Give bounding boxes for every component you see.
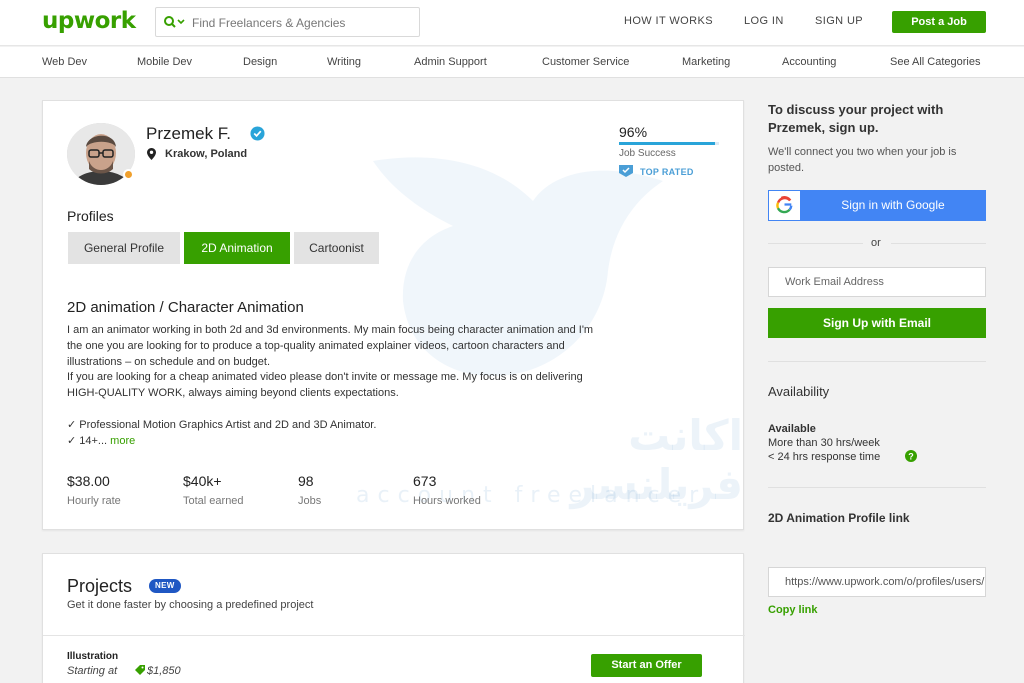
upwork-logo[interactable]: upwork: [42, 8, 136, 34]
category-see-all[interactable]: See All Categories: [890, 56, 981, 68]
job-success-bar: [619, 142, 719, 145]
description-gap: [67, 402, 707, 418]
project-item-title[interactable]: Illustration: [67, 651, 118, 662]
category-web-dev[interactable]: Web Dev: [42, 56, 87, 68]
tab-general-profile[interactable]: General Profile: [68, 232, 180, 264]
profile-description: I am an animator working in both 2d and …: [67, 323, 707, 449]
project-price: $1,850: [147, 665, 181, 677]
or-divider-right: [891, 243, 986, 244]
availability-status: Available: [768, 423, 816, 435]
description-line: ✓ Professional Motion Graphics Artist an…: [67, 418, 377, 431]
projects-card: Projects NEW Get it done faster by choos…: [42, 553, 745, 683]
freelancer-name: Przemek F.: [146, 124, 232, 143]
log-in-link[interactable]: LOG IN: [744, 15, 784, 27]
hourly-rate-value: $38.00: [67, 473, 110, 489]
hourly-rate-label: Hourly rate: [67, 495, 121, 507]
project-starting-at: Starting at: [67, 665, 118, 677]
watermark-latin: account freelancer: [356, 483, 707, 508]
location-pin-icon: [147, 148, 156, 160]
availability-heading: Availability: [768, 384, 830, 399]
signup-heading: To discuss your project with Przemek, si…: [768, 102, 944, 135]
description-line: HIGH-QUALITY WORK, always aiming beyond …: [67, 387, 399, 400]
description-line: ✓ 14+...: [67, 434, 108, 447]
description-line: I am an animator working in both 2d and …: [67, 324, 594, 336]
profile-link-heading: 2D Animation Profile link: [768, 511, 910, 525]
work-email-input[interactable]: [768, 267, 986, 297]
top-rated-label: TOP RATED: [640, 167, 694, 177]
category-customer-service[interactable]: Customer Service: [542, 56, 629, 68]
signup-subtext: We'll connect you two when your job is p…: [768, 146, 957, 174]
help-icon[interactable]: ?: [905, 450, 917, 462]
category-marketing[interactable]: Marketing: [682, 56, 730, 68]
profile-link-input[interactable]: [768, 567, 986, 597]
post-a-job-button[interactable]: Post a Job: [892, 11, 986, 33]
total-earned-value: $40k+: [183, 473, 222, 489]
start-an-offer-button[interactable]: Start an Offer: [591, 654, 702, 677]
projects-subtitle: Get it done faster by choosing a predefi…: [67, 599, 314, 611]
category-design[interactable]: Design: [243, 56, 277, 68]
job-success-percent: 96%: [619, 124, 648, 140]
jobs-value: 98: [298, 473, 314, 489]
search-input[interactable]: [192, 13, 412, 33]
description-line: If you are looking for a cheap animated …: [67, 371, 583, 384]
search-box[interactable]: [155, 7, 420, 37]
tab-2d-animation[interactable]: 2D Animation: [184, 232, 290, 264]
new-badge: NEW: [149, 579, 181, 593]
google-button-label: Sign in with Google: [841, 198, 945, 212]
availability-hours: More than 30 hrs/week: [768, 437, 880, 449]
hours-worked-value: 673: [413, 473, 437, 489]
jobs-label: Jobs: [298, 495, 322, 507]
availability-response-time: < 24 hrs response time: [768, 451, 881, 463]
total-earned-label: Total earned: [183, 495, 244, 507]
price-tag-icon: [135, 665, 145, 675]
projects-heading: Projects: [67, 576, 133, 596]
category-accounting[interactable]: Accounting: [782, 56, 836, 68]
profile-card: اکانت فریلنسر account freelancer Przemek…: [42, 100, 744, 530]
or-divider-left: [768, 243, 863, 244]
logo-up-text: up: [42, 8, 74, 34]
sign-in-with-google-button[interactable]: Sign in with Google: [768, 190, 986, 221]
description-line: the one you are looking for to produce a…: [67, 339, 565, 352]
more-link[interactable]: more: [110, 435, 135, 447]
category-mobile-dev[interactable]: Mobile Dev: [137, 56, 192, 68]
category-admin-support[interactable]: Admin Support: [414, 56, 487, 68]
profile-title: 2D animation / Character Animation: [67, 299, 304, 316]
logo-work-text: work: [73, 8, 136, 34]
sidebar-divider: [768, 487, 986, 488]
profiles-heading: Profiles: [67, 208, 114, 224]
hours-worked-label: Hours worked: [413, 495, 481, 507]
category-writing[interactable]: Writing: [327, 56, 361, 68]
how-it-works-link[interactable]: HOW IT WORKS: [624, 15, 713, 27]
google-icon-box: [769, 191, 800, 220]
job-success-label: Job Success: [619, 148, 676, 159]
copy-link-button[interactable]: Copy link: [768, 604, 818, 616]
google-icon: [776, 196, 793, 214]
description-line: illustrations – on schedule and on budge…: [67, 355, 271, 368]
top-rated-badge-icon: [619, 165, 633, 177]
or-text: or: [871, 237, 881, 249]
verified-badge-icon: [250, 126, 265, 141]
status-dot: [123, 169, 134, 180]
description-last-line: ✓ 14+... more: [67, 434, 707, 450]
job-success-bar-fill: [619, 142, 715, 145]
top-navbar: upwork HOW IT WORKS LOG IN SIGN UP Post …: [0, 0, 1024, 46]
tab-cartoonist[interactable]: Cartoonist: [294, 232, 379, 264]
sign-up-link[interactable]: SIGN UP: [815, 15, 863, 27]
sign-up-with-email-button[interactable]: Sign Up with Email: [768, 308, 986, 338]
freelancer-location: Krakow, Poland: [165, 148, 248, 160]
search-icon[interactable]: [163, 14, 185, 30]
projects-divider: [43, 635, 745, 636]
svg-text:?: ?: [908, 451, 914, 461]
sidebar-divider: [768, 361, 986, 362]
category-bar: Web Dev Mobile Dev Design Writing Admin …: [0, 47, 1024, 78]
